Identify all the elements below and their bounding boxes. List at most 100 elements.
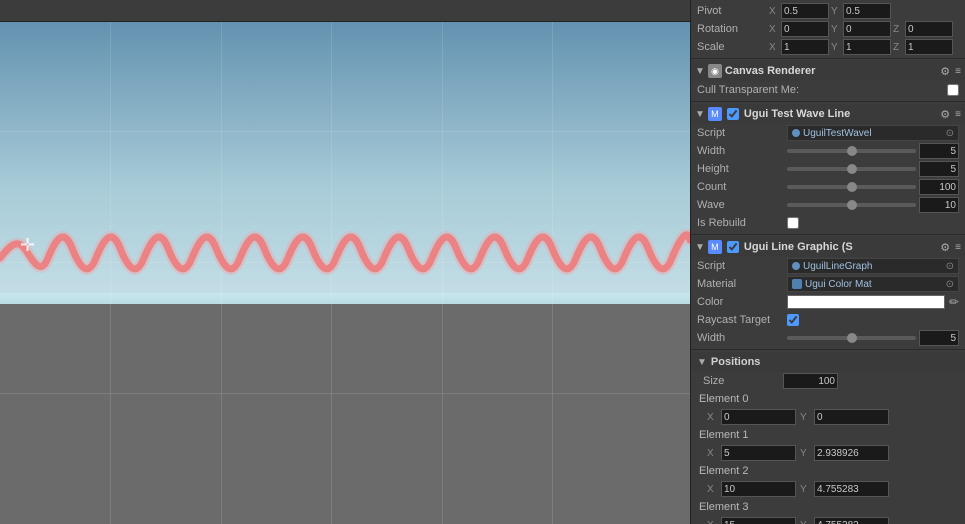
material-icon	[792, 279, 802, 289]
line-graphic-width-row: Width	[691, 329, 965, 347]
scene-view[interactable]: ✛	[0, 0, 690, 524]
scale-row: Scale X Y Z	[691, 38, 965, 56]
line-graphic-enabled-checkbox[interactable]	[727, 241, 739, 253]
element-2-header: Element 2	[691, 462, 965, 480]
positions-title: Positions	[711, 356, 959, 368]
wave-line-script-row: Script UguilTestWavel ⊙	[691, 124, 965, 142]
wave-line-is-rebuild-checkbox[interactable]	[787, 217, 799, 229]
wave-line-script-ref[interactable]: UguilTestWavel ⊙	[787, 125, 959, 141]
element-2-y-label: Y	[800, 484, 810, 495]
color-picker-icon[interactable]: ✏	[949, 295, 959, 309]
positions-collapse-icon: ▼	[697, 357, 707, 368]
rotation-x-input[interactable]	[781, 21, 829, 37]
wave-line-collapse-icon: ▼	[695, 109, 705, 120]
line-graphic-width-input[interactable]	[919, 330, 959, 346]
wave-line-wave-slider[interactable]	[787, 203, 916, 207]
wave-line-width-slider[interactable]	[787, 149, 916, 153]
wave-line-count-input[interactable]	[919, 179, 959, 195]
cull-transparent-checkbox[interactable]	[947, 84, 959, 96]
element-2-x-input[interactable]	[721, 481, 796, 497]
wave-line-count-slider[interactable]	[787, 185, 916, 189]
line-graphic-raycast-row: Raycast Target	[691, 311, 965, 329]
wave-line-wave-input[interactable]	[919, 197, 959, 213]
line-graphic-script-label: Script	[697, 260, 787, 272]
positions-size-row: Size	[691, 372, 965, 390]
cull-transparent-label: Cull Transparent Me:	[697, 84, 947, 96]
positions-section: ▼ Positions Size Element 0 X Y Element 1…	[691, 350, 965, 524]
element-0-x-input[interactable]	[721, 409, 796, 425]
scale-x-input[interactable]	[781, 39, 829, 55]
element-1-x-label: X	[707, 448, 717, 459]
line-graphic-header[interactable]: ▼ M Ugui Line Graphic (S ⚙ ≡	[691, 237, 965, 257]
element-3-header: Element 3	[691, 498, 965, 516]
wave-line-height-slider[interactable]	[787, 167, 916, 171]
element-3-label: Element 3	[699, 501, 959, 513]
line-graphic-material-ref[interactable]: Ugui Color Mat ⊙	[787, 276, 959, 292]
wave-line-is-rebuild-row: Is Rebuild	[691, 214, 965, 232]
wave-line-width-row: Width	[691, 142, 965, 160]
move-tool-icon: ✛	[20, 235, 35, 256]
wave-line-height-input[interactable]	[919, 161, 959, 177]
wave-line-settings-icon[interactable]: ⚙	[940, 108, 950, 121]
element-0-x-label: X	[707, 412, 717, 423]
pivot-y-input[interactable]	[843, 3, 891, 19]
line-graphic-width-slider[interactable]	[787, 336, 916, 340]
wave-line-height-slider-container	[787, 161, 959, 177]
element-2-y-input[interactable]	[814, 481, 889, 497]
rotation-y-input[interactable]	[843, 21, 891, 37]
rotation-row: Rotation X Y Z	[691, 20, 965, 38]
line-graphic-color-label: Color	[697, 296, 787, 308]
element-2-x-label: X	[707, 484, 717, 495]
wave-line-script-pick-icon[interactable]: ⊙	[946, 128, 954, 139]
line-graphic-material-label: Material	[697, 278, 787, 290]
line-graphic-raycast-checkbox[interactable]	[787, 314, 799, 326]
positions-header[interactable]: ▼ Positions	[691, 352, 965, 372]
element-2-label: Element 2	[699, 465, 959, 477]
line-graphic-settings-icon[interactable]: ⚙	[940, 241, 950, 254]
line-graphic-script-dot-icon	[792, 262, 800, 270]
line-graphic-options-icon[interactable]: ≡	[955, 242, 961, 253]
line-graphic-script-pick-icon[interactable]: ⊙	[946, 261, 954, 272]
element-0-header: Element 0	[691, 390, 965, 408]
scale-y-input[interactable]	[843, 39, 891, 55]
wave-line-options-icon[interactable]: ≡	[955, 109, 961, 120]
wave-line-count-label: Count	[697, 181, 787, 193]
scale-label: Scale	[697, 41, 767, 53]
element-1-y-input[interactable]	[814, 445, 889, 461]
line-graphic-raycast-label: Raycast Target	[697, 314, 787, 326]
rotation-fields: X Y Z	[769, 21, 959, 37]
element-1-x-input[interactable]	[721, 445, 796, 461]
settings-icon[interactable]: ⚙	[940, 65, 950, 78]
line-graphic-width-label: Width	[697, 332, 787, 344]
material-pick-icon[interactable]: ⊙	[946, 279, 954, 290]
wave-line-header[interactable]: ▼ M Ugui Test Wave Line ⚙ ≡	[691, 104, 965, 124]
element-1-header: Element 1	[691, 426, 965, 444]
wave-line-width-input[interactable]	[919, 143, 959, 159]
element-3-x-input[interactable]	[721, 517, 796, 524]
line-graphic-material-row: Material Ugui Color Mat ⊙	[691, 275, 965, 293]
wave-line-script-label: Script	[697, 127, 787, 139]
rotation-z-input[interactable]	[905, 21, 953, 37]
element-1-xy-row: X Y	[691, 444, 965, 462]
rotation-label: Rotation	[697, 23, 767, 35]
canvas-renderer-icon: ◉	[708, 64, 722, 78]
line-graphic-script-ref[interactable]: UguilLineGraph ⊙	[787, 258, 959, 274]
positions-size-input[interactable]	[783, 373, 838, 389]
line-graphic-script-row: Script UguilLineGraph ⊙	[691, 257, 965, 275]
pivot-x-input[interactable]	[781, 3, 829, 19]
wave-visualization	[0, 0, 690, 524]
color-swatch[interactable]	[787, 295, 945, 309]
wave-line-height-row: Height	[691, 160, 965, 178]
options-icon[interactable]: ≡	[955, 66, 961, 77]
element-3-y-input[interactable]	[814, 517, 889, 524]
wave-line-wave-label: Wave	[697, 199, 787, 211]
inspector-panel: Pivot X Y Rotation X Y Z Scale X	[690, 0, 965, 524]
scale-z-input[interactable]	[905, 39, 953, 55]
line-graphic-section: ▼ M Ugui Line Graphic (S ⚙ ≡ Script Ugui…	[691, 235, 965, 350]
wave-line-icon: M	[708, 107, 722, 121]
element-0-y-input[interactable]	[814, 409, 889, 425]
wave-line-width-label: Width	[697, 145, 787, 157]
wave-line-count-slider-container	[787, 179, 959, 195]
wave-line-enabled-checkbox[interactable]	[727, 108, 739, 120]
canvas-renderer-header[interactable]: ▼ ◉ Canvas Renderer ⚙ ≡	[691, 61, 965, 81]
